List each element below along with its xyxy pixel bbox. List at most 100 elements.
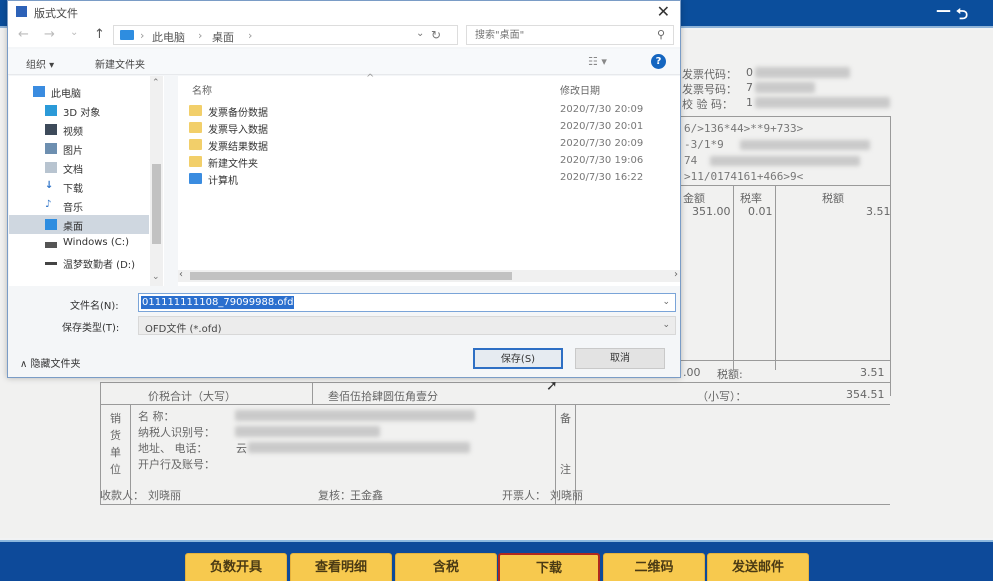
invoice-code-label: 发票代码： <box>682 68 737 81</box>
reviewer-label: 复核： <box>318 489 351 502</box>
file-row[interactable]: 发票备份数据 2020/7/30 20:09 <box>186 102 670 119</box>
chevron-down-icon[interactable]: ⌄ <box>416 28 424 39</box>
cancel-button[interactable]: 取消 <box>575 348 665 369</box>
view-options-icon[interactable]: ☷ ▾ <box>588 55 607 68</box>
recent-locations-icon[interactable]: ⌄ <box>70 27 78 38</box>
back-icon[interactable]: ⮌ <box>956 4 968 29</box>
dialog-title: 版式文件 <box>34 7 78 20</box>
file-name: 新建文件夹 <box>208 159 258 170</box>
payee-label: 收款人： <box>100 489 144 502</box>
scrollbar-thumb[interactable] <box>152 164 161 244</box>
nav-item-label: 视频 <box>63 127 83 138</box>
scroll-down-icon[interactable]: ⌄ <box>152 272 160 282</box>
navigation-pane: 此电脑 3D 对象 视频 图片 文档 ↓ 下载 ♪ 音乐 桌面 Windows … <box>9 76 164 286</box>
filetype-select[interactable]: OFD文件 (*.ofd) ⌄ <box>138 316 676 335</box>
minimize-button[interactable]: — <box>936 1 951 19</box>
cipher-line: >11/0174161+466>9< <box>684 170 804 183</box>
file-row[interactable]: 新建文件夹 2020/7/30 19:06 <box>186 153 670 170</box>
nav-item-label: 文档 <box>63 165 83 176</box>
file-row[interactable]: 发票结果数据 2020/7/30 20:09 <box>186 136 670 153</box>
nav-item-label: 3D 对象 <box>63 108 101 119</box>
view-details-button[interactable]: 查看明细 <box>290 553 392 581</box>
file-row[interactable]: 计算机 2020/7/30 16:22 <box>186 170 670 187</box>
address-field[interactable]: › 此电脑 › 桌面 › ⌄ <box>113 25 458 45</box>
redacted-check-code <box>755 97 890 108</box>
folder-icon <box>189 122 202 133</box>
column-header-modified[interactable]: 修改日期 <box>560 82 600 97</box>
horizontal-scrollbar[interactable]: ‹ › <box>178 269 680 282</box>
bottom-action-bar: 负数开具 查看明细 含税 下载 二维码 发送邮件 <box>0 540 993 581</box>
divider <box>680 185 890 186</box>
new-folder-button[interactable]: 新建文件夹 <box>95 56 145 71</box>
forward-arrow-icon[interactable]: → <box>44 27 55 42</box>
search-icon[interactable]: ⚲ <box>657 28 665 41</box>
redacted-seller-name <box>235 410 475 421</box>
seller-taxid-label: 纳税人识别号： <box>138 426 215 439</box>
column-header-name[interactable]: 名称 <box>192 82 212 97</box>
rate-header: 税率 <box>740 192 762 205</box>
nav-item-3d-objects[interactable]: 3D 对象 <box>9 101 149 120</box>
tax-header: 税额 <box>822 192 844 205</box>
breadcrumb-desktop[interactable]: 桌面 <box>212 29 234 45</box>
drive-icon <box>45 242 57 248</box>
redacted-cipher <box>710 156 860 166</box>
invoice-code-value: 0 <box>746 66 753 79</box>
nav-item-videos[interactable]: 视频 <box>9 120 149 139</box>
download-button[interactable]: 下载 <box>498 553 600 581</box>
organize-menu[interactable]: 组织 ▾ <box>26 56 54 71</box>
save-button[interactable]: 保存(S) <box>473 348 563 369</box>
nav-item-documents[interactable]: 文档 <box>9 158 149 177</box>
music-icon: ♪ <box>45 199 52 210</box>
help-icon[interactable]: ? <box>651 54 666 69</box>
nav-item-label: 图片 <box>63 146 83 157</box>
nav-item-pictures[interactable]: 图片 <box>9 139 149 158</box>
download-icon: ↓ <box>45 180 54 191</box>
negative-invoice-button[interactable]: 负数开具 <box>185 553 287 581</box>
nav-item-desktop[interactable]: 桌面 <box>9 215 149 234</box>
qr-code-button[interactable]: 二维码 <box>603 553 705 581</box>
hide-folders-toggle[interactable]: ∧ 隐藏文件夹 <box>20 355 81 370</box>
chevron-down-icon[interactable]: ⌄ <box>662 297 670 307</box>
redacted-code <box>755 67 850 78</box>
tax-value: 3.51 <box>866 205 891 218</box>
refresh-icon[interactable]: ↻ <box>431 28 441 42</box>
grand-total: 354.51 <box>846 388 885 401</box>
up-arrow-icon[interactable]: ↑ <box>94 27 105 42</box>
file-date: 2020/7/30 20:09 <box>560 138 644 149</box>
remarks-label: 注 <box>560 463 571 476</box>
nav-item-this-pc[interactable]: 此电脑 <box>9 82 149 101</box>
total-tax-label: 税额: <box>717 368 743 381</box>
total-tax: 3.51 <box>860 366 885 379</box>
back-arrow-icon[interactable]: ← <box>18 27 29 42</box>
nav-item-drive-c[interactable]: Windows (C:) <box>9 234 149 253</box>
cipher-line: -3/1*9 <box>684 138 724 151</box>
check-code-value: 1 <box>746 96 753 109</box>
nav-item-label: 音乐 <box>63 203 83 214</box>
nav-item-music[interactable]: ♪ 音乐 <box>9 196 149 215</box>
nav-item-drive-d[interactable]: 温梦致勤者 (D:) <box>9 253 149 272</box>
redacted-seller-taxid <box>235 426 380 437</box>
computer-icon <box>120 30 134 40</box>
scrollbar-thumb[interactable] <box>190 272 512 280</box>
seller-side-label: 单 <box>110 446 121 459</box>
scroll-right-icon[interactable]: › <box>674 269 678 280</box>
scroll-left-icon[interactable]: ‹ <box>179 269 183 280</box>
close-icon[interactable]: ✕ <box>657 2 670 21</box>
nav-scrollbar[interactable]: ⌃ ⌄ <box>150 76 163 286</box>
search-input[interactable] <box>475 28 645 42</box>
divider <box>100 504 890 505</box>
divider <box>680 116 890 117</box>
filename-input[interactable]: 011111111108_79099988.ofd ⌄ <box>138 293 676 312</box>
nav-item-downloads[interactable]: ↓ 下载 <box>9 177 149 196</box>
chevron-down-icon[interactable]: ⌄ <box>662 320 670 330</box>
file-date: 2020/7/30 20:09 <box>560 104 644 115</box>
file-row[interactable]: 发票导入数据 2020/7/30 20:01 <box>186 119 670 136</box>
send-email-button[interactable]: 发送邮件 <box>707 553 809 581</box>
search-field[interactable]: ⚲ <box>466 25 674 45</box>
breadcrumb-this-pc[interactable]: 此电脑 <box>152 29 185 45</box>
tax-included-button[interactable]: 含税 <box>395 553 497 581</box>
filename-value[interactable]: 011111111108_79099988.ofd <box>141 296 295 309</box>
breadcrumb-separator: › <box>198 29 203 42</box>
mouse-cursor-icon: ➚ <box>546 378 558 394</box>
scroll-up-icon[interactable]: ⌃ <box>152 78 160 88</box>
